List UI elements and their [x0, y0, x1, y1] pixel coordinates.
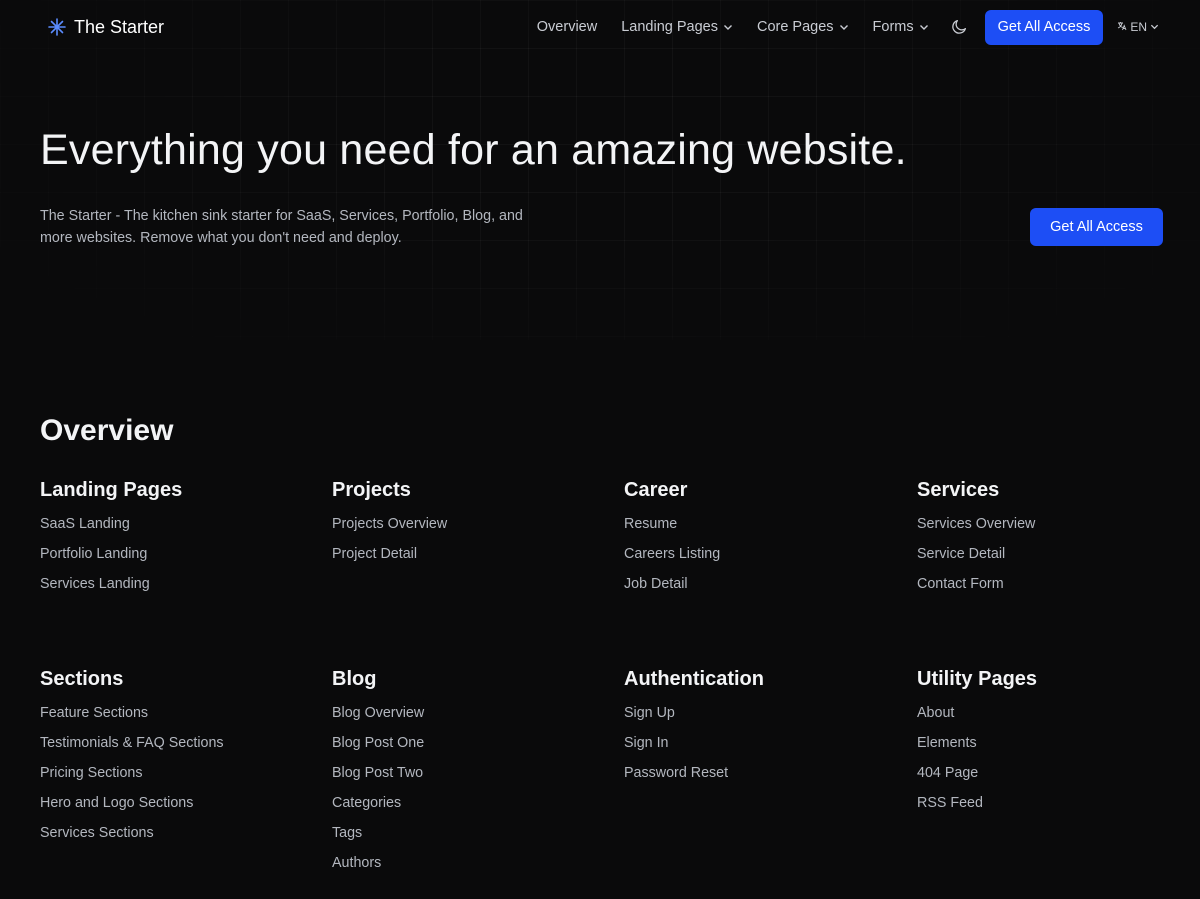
overview-column-sections: Sections Feature Sections Testimonials &…: [40, 665, 310, 853]
link-service-detail[interactable]: Service Detail: [917, 546, 1005, 562]
hero-title: Everything you need for an amazing websi…: [40, 126, 907, 174]
overview-column-blog: Blog Blog Overview Blog Post One Blog Po…: [332, 665, 602, 883]
link-list: SaaS Landing Portfolio Landing Services …: [40, 514, 310, 604]
overview-column-career: Career Resume Careers Listing Job Detail: [624, 476, 894, 604]
top-navbar: The Starter Overview Landing Pages Core …: [0, 0, 1200, 54]
link-careers-listing[interactable]: Careers Listing: [624, 546, 720, 562]
brand-name: The Starter: [74, 16, 165, 37]
link-list: Projects Overview Project Detail: [332, 514, 602, 574]
overview-column-landing-pages: Landing Pages SaaS Landing Portfolio Lan…: [40, 476, 310, 604]
link-list: Sign Up Sign In Password Reset: [624, 703, 894, 793]
column-title: Utility Pages: [917, 668, 1038, 690]
link-categories[interactable]: Categories: [332, 795, 401, 811]
column-title: Projects: [332, 479, 411, 501]
link-feature-sections[interactable]: Feature Sections: [40, 705, 148, 721]
link-portfolio-landing[interactable]: Portfolio Landing: [40, 546, 147, 562]
link-blog-post-one[interactable]: Blog Post One: [332, 735, 424, 751]
link-authors[interactable]: Authors: [332, 855, 381, 871]
nav-item-forms[interactable]: Forms: [873, 19, 929, 35]
link-services-sections[interactable]: Services Sections: [40, 825, 154, 841]
column-title: Career: [624, 479, 688, 501]
link-rss-feed[interactable]: RSS Feed: [917, 795, 983, 811]
link-contact-form[interactable]: Contact Form: [917, 576, 1004, 592]
nav-item-label: Landing Pages: [621, 19, 718, 35]
link-blog-post-two[interactable]: Blog Post Two: [332, 765, 423, 781]
nav-item-label: Overview: [536, 19, 598, 35]
nav-get-all-access-button[interactable]: Get All Access: [984, 9, 1104, 45]
brand-logo-link[interactable]: The Starter: [48, 17, 164, 38]
moon-icon: [951, 19, 967, 35]
link-about[interactable]: About: [917, 705, 954, 721]
link-list: Resume Careers Listing Job Detail: [624, 514, 894, 604]
column-title: Landing Pages: [40, 479, 183, 501]
link-list: About Elements 404 Page RSS Feed: [917, 703, 1187, 823]
language-label: EN: [1130, 20, 1147, 34]
sparkle-icon: [48, 18, 66, 36]
link-resume[interactable]: Resume: [624, 516, 677, 532]
link-job-detail[interactable]: Job Detail: [624, 576, 688, 592]
nav-item-label: Core Pages: [756, 19, 834, 35]
page: The Starter Overview Landing Pages Core …: [0, 0, 1200, 899]
overview-column-authentication: Authentication Sign Up Sign In Password …: [624, 665, 894, 793]
column-title: Blog: [332, 668, 377, 690]
chevron-down-icon: [1150, 22, 1160, 32]
hero-description: The Starter - The kitchen sink starter f…: [40, 208, 523, 246]
link-404-page[interactable]: 404 Page: [917, 765, 978, 781]
link-projects-overview[interactable]: Projects Overview: [332, 516, 447, 532]
link-list: Blog Overview Blog Post One Blog Post Tw…: [332, 703, 602, 883]
link-list: Feature Sections Testimonials & FAQ Sect…: [40, 703, 310, 853]
link-tags[interactable]: Tags: [332, 825, 362, 841]
column-title: Services: [917, 479, 1000, 501]
link-list: Services Overview Service Detail Contact…: [917, 514, 1187, 604]
link-sign-in[interactable]: Sign In: [624, 735, 669, 751]
translate-icon: [1117, 21, 1127, 34]
column-title: Authentication: [624, 668, 764, 690]
nav-item-core-pages[interactable]: Core Pages: [757, 19, 849, 35]
link-sign-up[interactable]: Sign Up: [624, 705, 675, 721]
overview-column-services: Services Services Overview Service Detai…: [917, 476, 1187, 604]
overview-column-utility-pages: Utility Pages About Elements 404 Page RS…: [917, 665, 1187, 823]
link-services-landing[interactable]: Services Landing: [40, 576, 150, 592]
chevron-down-icon: [839, 22, 849, 32]
nav-item-label: Forms: [872, 19, 914, 35]
link-blog-overview[interactable]: Blog Overview: [332, 705, 424, 721]
link-hero-logo-sections[interactable]: Hero and Logo Sections: [40, 795, 193, 811]
link-elements[interactable]: Elements: [917, 735, 977, 751]
link-password-reset[interactable]: Password Reset: [624, 765, 728, 781]
language-selector[interactable]: EN: [1117, 20, 1160, 34]
nav-links: Overview Landing Pages Core Pages Forms: [537, 9, 1160, 45]
overview-column-projects: Projects Projects Overview Project Detai…: [332, 476, 602, 574]
chevron-down-icon: [723, 22, 733, 32]
link-testimonials-faq-sections[interactable]: Testimonials & FAQ Sections: [40, 735, 224, 751]
link-project-detail[interactable]: Project Detail: [332, 546, 417, 562]
nav-item-landing-pages[interactable]: Landing Pages: [621, 19, 733, 35]
hero-get-all-access-button[interactable]: Get All Access: [1030, 208, 1163, 246]
overview-heading: Overview: [40, 414, 174, 447]
theme-toggle-button[interactable]: [951, 19, 967, 35]
link-services-overview[interactable]: Services Overview: [917, 516, 1035, 532]
link-saas-landing[interactable]: SaaS Landing: [40, 516, 130, 532]
nav-item-overview[interactable]: Overview: [537, 19, 597, 35]
column-title: Sections: [40, 668, 124, 690]
link-pricing-sections[interactable]: Pricing Sections: [40, 765, 143, 781]
chevron-down-icon: [919, 22, 929, 32]
